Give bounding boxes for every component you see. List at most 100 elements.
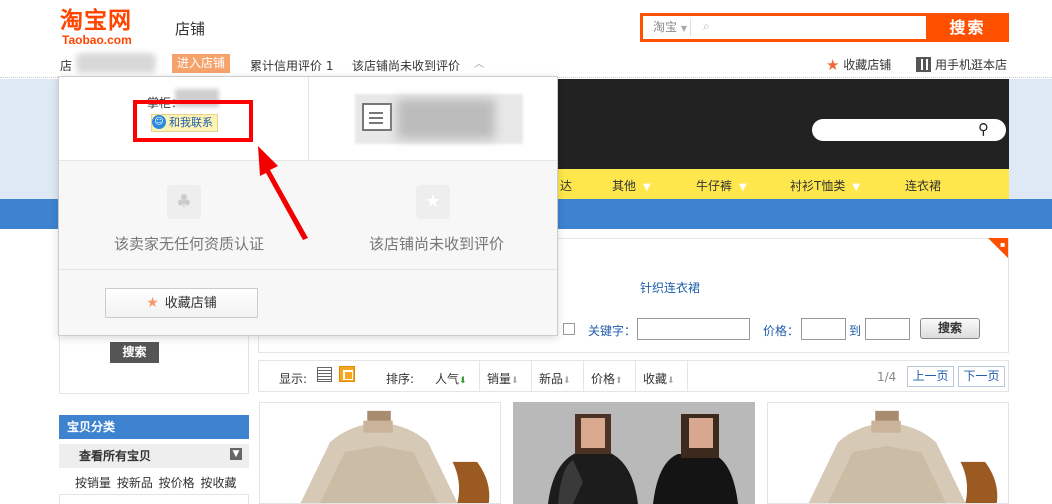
- blurred-card-content: [397, 99, 495, 139]
- price-min-input[interactable]: [801, 318, 846, 340]
- sort-label: 排序:: [386, 372, 415, 386]
- filter-checkbox[interactable]: [563, 323, 575, 335]
- view-all-items-link[interactable]: 查看所有宝贝: [59, 444, 249, 468]
- category-list-border: [59, 494, 249, 504]
- category-label: 达: [560, 179, 573, 193]
- price-to-label: 到: [849, 324, 862, 338]
- list-view-icon[interactable]: [317, 367, 332, 382]
- shop-label: 店铺: [175, 20, 206, 38]
- search-scope-select[interactable]: 淘宝 ▼: [647, 19, 691, 36]
- category-item[interactable]: 其他 ▼: [612, 177, 651, 194]
- category-item[interactable]: 连衣裙: [905, 177, 941, 194]
- chevron-up-icon[interactable]: ︿: [474, 55, 484, 70]
- category-label: 其他: [612, 179, 637, 193]
- next-page-button[interactable]: 下一页: [958, 366, 1005, 387]
- grid-view-icon[interactable]: [339, 366, 355, 382]
- chevron-down-icon: ▼: [680, 24, 687, 33]
- product-image: [261, 403, 499, 503]
- search-scope-label: 淘宝: [653, 20, 678, 34]
- mobile-browse-link[interactable]: 用手机逛本店: [916, 56, 1007, 73]
- divider: [687, 361, 688, 391]
- collapse-toggle-icon[interactable]: ▼: [230, 448, 242, 460]
- sort-price[interactable]: 价格⬆: [591, 370, 623, 387]
- arrow-down-icon: ⬇: [459, 376, 467, 386]
- category-item[interactable]: 衬衫T恤类 ▼: [790, 177, 860, 194]
- mobile-browse-label: 用手机逛本店: [935, 58, 1008, 72]
- arrow-up-icon: ⬆: [615, 376, 623, 386]
- product-image: [769, 403, 1007, 503]
- sort-sales-label: 销量: [487, 372, 512, 386]
- arrow-down-icon: ⬇: [511, 376, 519, 386]
- store-name-blurred[interactable]: [76, 53, 156, 73]
- search-icon[interactable]: ⚲: [978, 120, 989, 138]
- credit-rating-link[interactable]: 累计信用评价 1: [250, 57, 333, 74]
- banner-search-input[interactable]: [812, 119, 1006, 141]
- sort-popular[interactable]: 人气⬇: [435, 370, 467, 387]
- sort-favorites[interactable]: 收藏⬇: [643, 370, 675, 387]
- favorite-store-link[interactable]: ★ 收藏店铺: [826, 56, 891, 74]
- divider: [59, 269, 557, 270]
- star-icon: ★: [146, 295, 159, 311]
- shop-nav-bar: 店 进入店铺 累计信用评价 1 该店铺尚未收到评价 ︿ ★ 收藏店铺 用手机逛本…: [0, 50, 1052, 78]
- prev-page-button[interactable]: 上一页: [907, 366, 954, 387]
- enter-store-button[interactable]: 进入店铺: [172, 54, 231, 73]
- no-review-text: 该店铺尚未收到评价: [352, 59, 461, 73]
- arrow-down-icon: ⬇: [563, 376, 571, 386]
- favorite-store-button[interactable]: ★ 收藏店铺: [105, 288, 258, 318]
- page-indicator: 1/4: [877, 370, 897, 384]
- knit-dress-link[interactable]: 针织连衣裙: [640, 279, 700, 296]
- price-max-input[interactable]: [865, 318, 910, 340]
- divider: [583, 361, 584, 391]
- search-input[interactable]: [719, 17, 919, 38]
- favorite-store-label: 收藏店铺: [164, 296, 217, 311]
- category-heading: 宝贝分类: [59, 415, 249, 439]
- product-card[interactable]: [259, 402, 501, 504]
- price-label: 价格：: [763, 324, 800, 338]
- in-store-search-button[interactable]: 搜索: [920, 318, 980, 339]
- product-card[interactable]: [767, 402, 1009, 504]
- product-image: [513, 402, 755, 504]
- dropdown-triangle-icon: ▼: [739, 182, 747, 193]
- search-button[interactable]: 搜索: [926, 13, 1009, 42]
- keyword-input[interactable]: [637, 318, 750, 340]
- divider: [479, 361, 480, 391]
- star-icon: ★: [826, 56, 840, 74]
- qr-code-icon: [916, 57, 931, 72]
- no-review-text: 该店铺尚未收到评价: [369, 235, 505, 253]
- store-name-prefix: 店: [60, 59, 73, 73]
- category-item[interactable]: 牛仔裤 ▼: [696, 177, 747, 194]
- dropdown-triangle-icon: ▼: [852, 182, 861, 193]
- divider: [635, 361, 636, 391]
- star-badge-icon: ★: [416, 185, 450, 219]
- sort-favorites-label: 收藏: [643, 372, 668, 386]
- corner-mark-icon: ▪: [1000, 240, 1006, 249]
- category-label: 衬衫T恤类: [790, 179, 846, 193]
- dropdown-triangle-icon: ▼: [643, 182, 651, 193]
- category-label: 连衣裙: [905, 179, 942, 193]
- no-certification-text: 该卖家无任何资质认证: [114, 235, 265, 253]
- annotation-arrow-icon: [258, 146, 308, 240]
- favorite-store-label: 收藏店铺: [843, 58, 892, 72]
- sort-new[interactable]: 新品⬇: [539, 370, 571, 387]
- shop-category-bar: 达 其他 ▼ 牛仔裤 ▼ 衬衫T恤类 ▼ 连衣裙: [555, 169, 1009, 199]
- sort-new-label: 新品: [539, 372, 564, 386]
- arrow-down-icon: ⬇: [667, 376, 675, 386]
- category-item[interactable]: 达: [560, 177, 572, 194]
- keyword-label: 关键字：: [588, 324, 637, 338]
- logo-cn-text: 淘宝网: [60, 8, 132, 34]
- sort-sales[interactable]: 销量⬇: [487, 370, 519, 387]
- divider: [531, 361, 532, 391]
- certification-icon: ♣: [167, 185, 201, 219]
- document-icon: [362, 103, 392, 131]
- item-toolbar: 显示: 排序: 人气⬇ 销量⬇ 新品⬇ 价格⬆ 收藏⬇ 1/4 上一页 下一页: [258, 360, 1009, 392]
- taobao-logo[interactable]: 淘宝网 Taobao.com: [60, 8, 152, 48]
- left-search-button[interactable]: 搜索: [110, 342, 159, 363]
- category-sort-links[interactable]: 按销量 按新品 按价格 按收藏: [75, 474, 236, 491]
- highlight-box: [133, 100, 253, 142]
- logo-en-text: Taobao.com: [62, 33, 132, 47]
- display-label: 显示:: [279, 372, 308, 386]
- category-label: 牛仔裤: [696, 179, 733, 193]
- sort-popular-label: 人气: [435, 372, 460, 386]
- search-icon: ⌕: [703, 19, 710, 33]
- product-card[interactable]: [513, 402, 755, 504]
